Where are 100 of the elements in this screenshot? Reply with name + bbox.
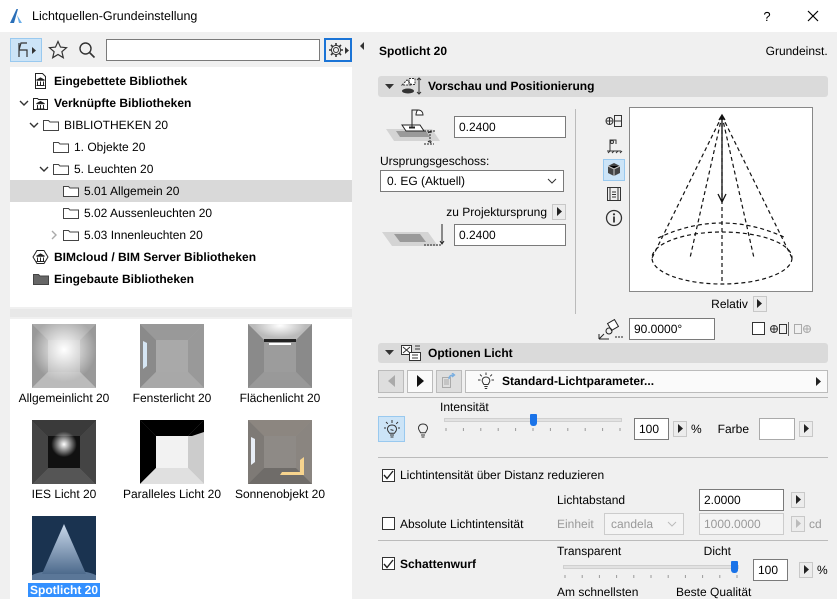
relative-menu-button[interactable] — [752, 296, 767, 312]
settings-button[interactable] — [324, 38, 352, 62]
offset-field[interactable]: 0.2400 — [454, 224, 566, 246]
checkbox-label: Absolute Lichtintensität — [400, 516, 524, 531]
checkbox[interactable] — [382, 557, 395, 570]
collapse-triangle-icon[interactable] — [360, 42, 364, 50]
item-label[interactable]: IES Licht 20 — [30, 487, 98, 501]
height-field[interactable]: 0.2400 — [454, 116, 566, 138]
checkbox[interactable] — [752, 322, 765, 336]
forward-button[interactable] — [407, 370, 433, 393]
wall-section-icon — [604, 136, 622, 155]
preview-section-icon — [400, 77, 422, 96]
best-quality-label: Beste Qualität — [676, 584, 752, 599]
room-render-image — [140, 324, 204, 388]
item-label[interactable]: Sonnenobjekt 20 — [232, 487, 328, 501]
object-name: Spotlicht 20 — [379, 44, 448, 58]
shadow-field[interactable]: 100 — [753, 558, 788, 581]
intensity-menu-button[interactable] — [673, 420, 687, 437]
percent-unit: % — [691, 422, 702, 436]
shadow-menu-button[interactable] — [799, 562, 813, 578]
checkbox-label: Schattenwurf — [400, 556, 476, 571]
section-header[interactable]: Vorschau und Positionierung — [378, 76, 828, 97]
item-label[interactable]: Paralleles Licht 20 — [120, 487, 224, 501]
tree-item[interactable]: Eingebettete Bibliothek — [10, 70, 352, 92]
folder-bank-icon — [32, 95, 49, 111]
triangle-right-icon — [804, 424, 809, 434]
triangle-right-icon — [678, 424, 682, 434]
rotation-angle-icon — [597, 316, 625, 341]
search-icon[interactable] — [78, 41, 96, 59]
help-button[interactable]: ? — [757, 8, 777, 24]
slider-thumb[interactable] — [731, 560, 738, 573]
tree-item[interactable]: BIBLIOTHEKEN 20 — [10, 114, 352, 136]
candela-unit: cd — [809, 516, 822, 531]
folder-icon — [62, 227, 79, 243]
chevron-down-icon — [667, 520, 677, 527]
story-dropdown[interactable]: 0. EG (Aktuell) — [380, 170, 564, 192]
folder-icon — [52, 139, 69, 155]
film-strip-icon — [604, 184, 622, 203]
intensity-field[interactable]: 100 — [634, 418, 669, 440]
distance-menu-button[interactable] — [791, 492, 805, 508]
item-label[interactable]: Flächenlicht 20 — [238, 391, 322, 405]
folder-icon — [62, 205, 79, 221]
tree-item[interactable]: 5.01 Allgemein 20 — [10, 180, 352, 202]
info-icon — [604, 208, 622, 227]
intensity-label: Intensität — [440, 400, 490, 414]
lit-bulb-icon — [476, 372, 496, 390]
color-label: Farbe — [718, 422, 750, 436]
mode-label: Grundeinst. — [766, 44, 828, 58]
transparent-label: Transparent — [557, 544, 622, 559]
star-icon[interactable] — [48, 40, 68, 60]
triangle-right-icon — [757, 299, 762, 308]
triangle-right-icon — [796, 519, 800, 528]
mirror-icon[interactable] — [769, 322, 789, 336]
tree-item[interactable]: BIMcloud / BIM Server Bibliotheken — [10, 246, 352, 268]
tree-item[interactable]: 1. Objekte 20 — [10, 136, 352, 158]
object-view-button[interactable] — [10, 38, 42, 62]
triangle-right-icon — [344, 46, 349, 54]
opaque-label: Dicht — [704, 544, 731, 559]
room-render-image — [140, 420, 204, 484]
triangle-right-icon — [416, 375, 424, 388]
item-label[interactable]: Allgemeinlicht 20 — [16, 391, 112, 405]
checkbox[interactable] — [382, 468, 395, 482]
checkbox[interactable] — [382, 517, 395, 530]
tree-item[interactable]: Verknüpfte Bibliotheken — [10, 92, 352, 114]
chevron-down-icon — [547, 178, 557, 184]
angle-field[interactable]: 90.0000° — [629, 318, 715, 340]
fastest-label: Am schnellsten — [557, 584, 640, 599]
window-title: Lichtquellen-Grundeinstellung — [32, 9, 198, 23]
room-render-image — [248, 324, 312, 388]
settings-icon — [328, 42, 344, 58]
color-menu-button[interactable] — [799, 420, 814, 437]
slider-thumb[interactable] — [530, 414, 536, 426]
tree-item[interactable]: 5.02 Aussenleuchten 20 — [10, 202, 352, 224]
app-logo-icon — [8, 8, 24, 24]
distance-label: Lichtabstand — [557, 492, 626, 507]
reference-menu-button[interactable] — [552, 204, 566, 220]
triangle-right-icon — [804, 565, 808, 574]
section-header[interactable]: Optionen Licht — [378, 342, 828, 363]
triangle-down-icon[interactable] — [385, 82, 394, 91]
hexagon-bank-icon — [32, 249, 49, 265]
3d-view-button[interactable] — [602, 158, 624, 181]
triangle-right-icon — [556, 207, 562, 216]
close-icon[interactable] — [807, 10, 819, 22]
triangle-right-icon — [796, 495, 800, 504]
light-options-icon — [400, 344, 422, 362]
triangle-right-icon — [32, 46, 36, 54]
tree-item[interactable]: 5.03 Innenleuchten 20 — [10, 224, 352, 246]
color-swatch[interactable] — [759, 418, 796, 440]
folder-icon — [62, 183, 79, 199]
tree-item[interactable]: Eingebaute Bibliotheken — [10, 268, 352, 290]
distance-field[interactable]: 2.0000 — [699, 488, 784, 511]
folder-icon — [32, 271, 49, 287]
triangle-down-icon[interactable] — [385, 348, 394, 358]
triangle-right-icon — [816, 376, 821, 386]
preset-selector[interactable]: Standard-Lichtparameter... — [465, 370, 828, 393]
search-field[interactable] — [106, 39, 320, 61]
reference-label: zu Projektursprung — [446, 204, 547, 219]
item-label[interactable]: Fensterlicht 20 — [130, 391, 214, 405]
light-on-button[interactable] — [378, 416, 405, 442]
tree-item[interactable]: 5. Leuchten 20 — [10, 158, 352, 180]
